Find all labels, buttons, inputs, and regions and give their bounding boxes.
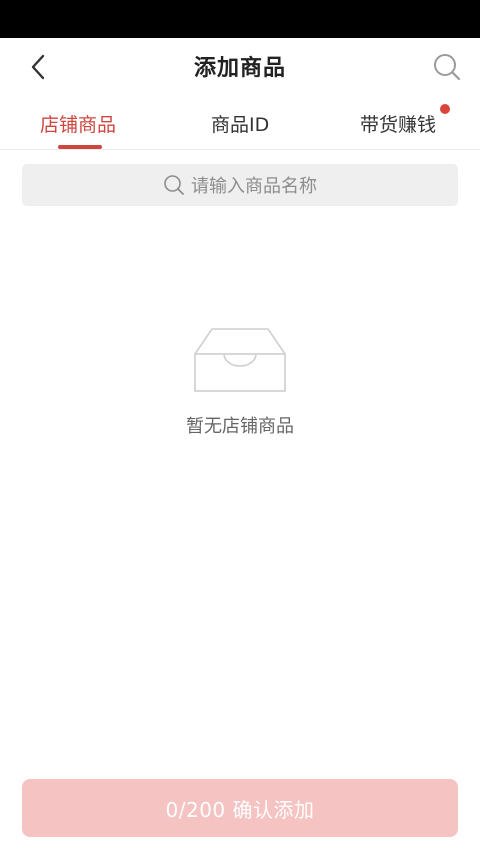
header-search-button[interactable]	[432, 52, 462, 82]
status-bar	[0, 0, 480, 38]
tab-shop-products[interactable]: 店铺商品	[40, 110, 116, 137]
tab-earn-by-selling[interactable]: 带货赚钱	[360, 110, 436, 137]
empty-state-text: 暂无店铺商品	[186, 416, 294, 437]
empty-box-icon	[194, 328, 286, 392]
page-title: 添加商品	[193, 56, 286, 81]
search-icon	[434, 54, 461, 81]
tab-product-id[interactable]: 商品ID	[211, 110, 269, 137]
search-input[interactable]: 请输入商品名称	[22, 164, 458, 206]
active-tab-indicator	[58, 145, 102, 149]
notification-badge	[440, 104, 450, 114]
tab-bar: 店铺商品 商品ID 带货赚钱	[0, 94, 480, 150]
nav-bar: 添加商品	[0, 38, 480, 94]
search-icon	[164, 175, 184, 195]
search-placeholder: 请输入商品名称	[191, 176, 317, 197]
confirm-add-button[interactable]: 0/200 确认添加	[22, 779, 458, 837]
